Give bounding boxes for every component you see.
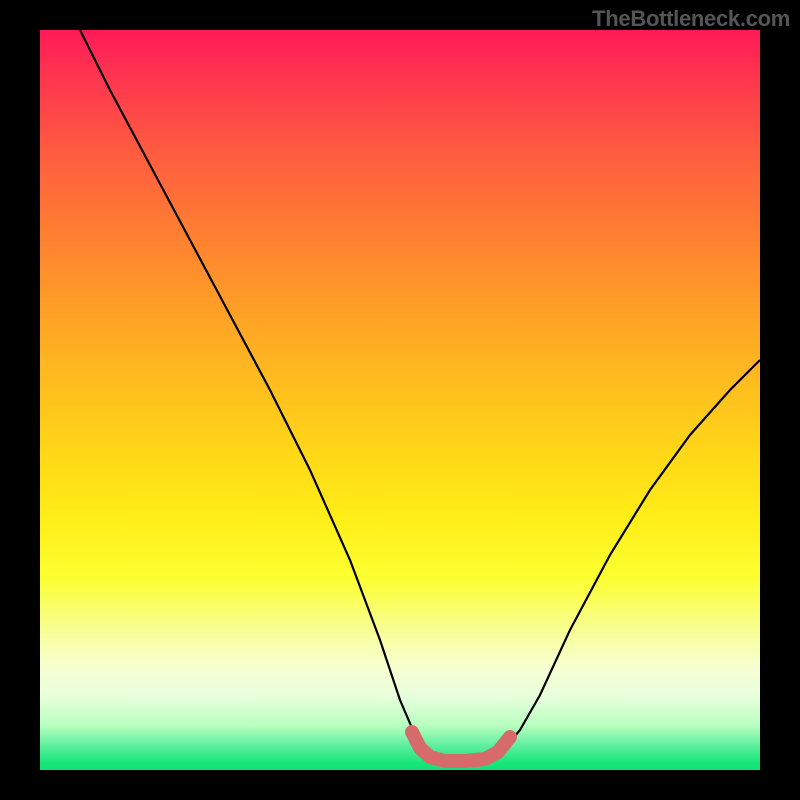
bottleneck-curve-line xyxy=(70,30,760,762)
chart-svg xyxy=(40,30,760,770)
watermark-text: TheBottleneck.com xyxy=(592,6,790,32)
plot-area xyxy=(40,30,760,770)
chart-frame: TheBottleneck.com xyxy=(0,0,800,800)
optimal-range-marker xyxy=(412,732,510,761)
